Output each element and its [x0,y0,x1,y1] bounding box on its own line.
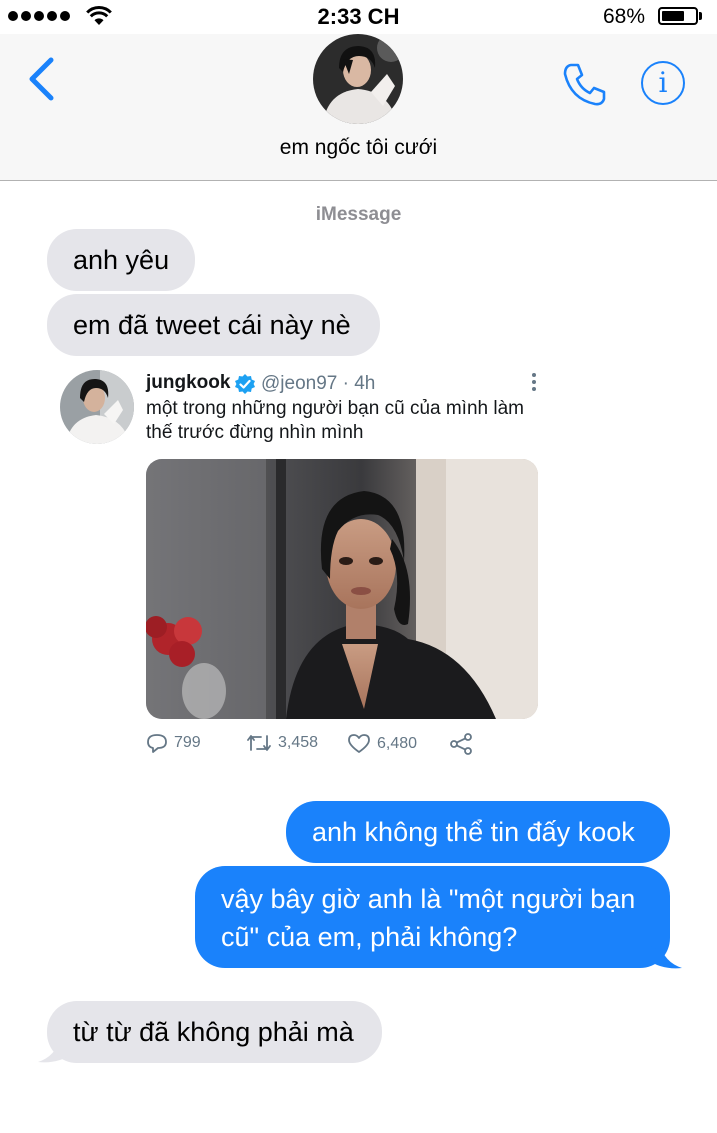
outgoing-bubble-tail [648,944,682,969]
tweet-photo [146,459,538,719]
like-action: 6,480 [347,733,417,754]
status-bar: 2:33 CH 68% [0,0,717,34]
conversation-header: em ngốc tôi cưới i [0,34,717,181]
tweet-actions: 799 3,458 6,480 [146,733,526,757]
incoming-bubble-tail [38,1038,72,1063]
message-text-line: cũ" của em, phải không? [221,922,518,952]
message-text: em đã tweet cái này nè [73,310,351,340]
reply-count: 799 [174,734,201,751]
verified-badge-icon [235,374,255,394]
message-text: anh không thể tin đấy kook [312,817,635,847]
service-label: iMessage [315,204,402,225]
tweet-image[interactable]: jungkook @jeon97 · 4h một trong những ng… [56,366,556,766]
retweet-count: 3,458 [278,734,319,751]
reply-action: 799 [146,733,201,753]
incoming-message[interactable]: từ từ đã không phải mà [47,1001,382,1063]
retweet-action: 3,458 [246,733,318,753]
tweet-author-name: jungkook [146,372,231,393]
message-text: từ từ đã không phải mà [73,1017,354,1047]
incoming-message[interactable]: em đã tweet cái này nè [47,294,380,356]
share-action [449,733,473,755]
outgoing-message[interactable]: anh không thể tin đấy kook [286,801,670,863]
battery-tip [699,12,702,20]
more-options-icon [532,373,536,394]
retweet-icon [247,735,271,751]
contact-name[interactable]: em ngốc tôi cưới [0,136,717,160]
phone-icon[interactable] [561,60,609,108]
reply-icon [147,734,167,753]
heart-icon [348,734,370,753]
message-text-line: vậy bây giờ anh là "một người bạn [221,884,636,914]
info-icon[interactable]: i [641,61,685,105]
tweet-text: một trong những người bạn cũ của mình là… [146,398,524,443]
chevron-left-icon[interactable] [26,56,56,102]
tweet-avatar [60,370,134,444]
tweet-handle-time: @jeon97 · 4h [261,373,376,394]
contact-avatar[interactable] [313,34,403,124]
battery-icon [658,7,698,25]
share-icon [450,733,472,755]
message-text: anh yêu [73,245,170,275]
outgoing-message[interactable]: vậy bây giờ anh là "một người bạn cũ" củ… [195,866,670,968]
incoming-message[interactable]: anh yêu [47,229,195,291]
like-count: 6,480 [377,734,418,752]
battery-percentage: 68% [603,5,646,28]
